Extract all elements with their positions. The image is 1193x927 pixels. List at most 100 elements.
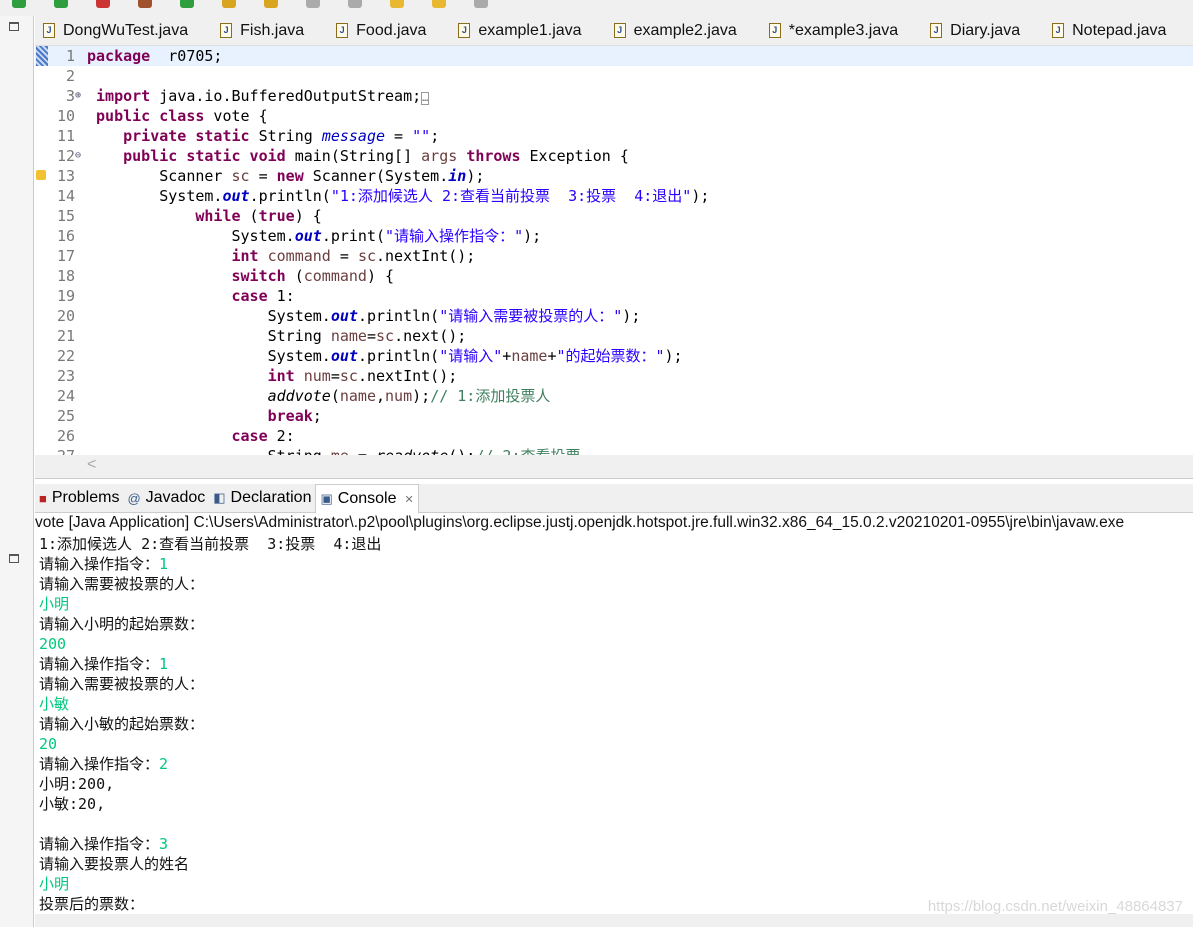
code-line: 17 int command = sc.nextInt();	[35, 246, 1193, 266]
run-icon[interactable]	[12, 0, 26, 8]
console-line: 请输入需要被投票的人：	[39, 674, 1189, 694]
new-class-icon[interactable]	[180, 0, 194, 8]
close-icon[interactable]: ✕	[404, 493, 413, 506]
code-line: 11 private static String message = "";	[35, 126, 1193, 146]
restore-icon[interactable]	[9, 22, 19, 31]
editor-tab[interactable]: J DongWuTest.java	[35, 16, 198, 45]
problems-icon: ■	[39, 490, 47, 506]
console-user-input: 1	[159, 655, 169, 673]
editor-tab[interactable]: Jexample1.java	[450, 16, 591, 45]
code-token: +	[502, 347, 512, 365]
console-line: 请输入操作指令：1	[39, 654, 1189, 674]
code-line: 27 String me = readvote();// 2:查看投票	[35, 446, 1193, 455]
console-user-input: 200	[39, 635, 67, 653]
code-token: java.io.BufferedOutputStream;	[150, 87, 422, 105]
line-number: 2	[65, 67, 75, 85]
code-text: System.out.println("请输入需要被投票的人：");	[87, 306, 641, 326]
panel-tab-problems[interactable]: ■ Problems	[35, 484, 123, 512]
back-icon[interactable]	[390, 0, 404, 8]
code-line: 10 public class vote {	[35, 106, 1193, 126]
panel-tabs: ■ Problems @ Javadoc ◧ Declaration ▣ Console ✕	[35, 484, 1193, 513]
code-token: =	[349, 447, 376, 455]
code-text: int command = sc.nextInt();	[87, 246, 476, 266]
code-token: .println(	[357, 347, 440, 365]
code-token: (	[240, 207, 259, 225]
line-number: 27	[35, 446, 75, 455]
code-line: 14 System.out.println("1:添加候选人 2:查看当前投票 …	[35, 186, 1193, 206]
console-line: 请输入小明的起始票数：	[39, 614, 1189, 634]
code-token: ,	[376, 387, 386, 405]
console-header: vote [Java Application] C:\Users\Adminis…	[35, 514, 1125, 531]
code-line: 23 int num=sc.nextInt();	[35, 366, 1193, 386]
new-package-icon[interactable]	[138, 0, 152, 8]
java-file-icon: J	[930, 23, 943, 38]
code-token: r0705;	[150, 47, 223, 65]
debug-icon[interactable]	[54, 0, 68, 8]
editor-tab[interactable]: Jexample2.java	[606, 16, 747, 45]
console-output-text: 请输入操作指令：	[39, 655, 160, 673]
open-type-icon[interactable]	[222, 0, 236, 8]
panel-tab-javadoc[interactable]: @ Javadoc	[123, 484, 209, 512]
code-token: .next();	[394, 327, 467, 345]
console-output-text: 请输入要投票人的姓名	[39, 855, 190, 873]
java-file-icon: J	[43, 23, 55, 38]
console-output-text: 请输入需要被投票的人：	[39, 675, 205, 693]
next-annotation-icon[interactable]	[348, 0, 362, 8]
prev-annotation-icon[interactable]	[306, 0, 320, 8]
code-line: 21 String name=sc.next();	[35, 326, 1193, 346]
code-line: 22 System.out.println("请输入"+name+"的起始票数：…	[35, 346, 1193, 366]
coverage-icon[interactable]	[96, 0, 110, 8]
horizontal-scrollbar[interactable]: <	[35, 455, 1193, 479]
editor-tab[interactable]: J Food.java	[328, 16, 436, 45]
console-scrollbar[interactable]	[35, 914, 1193, 927]
open-perspective-icon[interactable]	[474, 0, 488, 8]
code-token: System.	[87, 187, 223, 205]
console-output[interactable]: 1:添加候选人 2:查看当前投票 3:投票 4:退出 请输入操作指令：1 请输入需要…	[39, 534, 1189, 914]
code-token: ) {	[294, 207, 322, 225]
code-token: case	[231, 287, 268, 305]
collapsed-imports-icon[interactable]: …	[421, 92, 430, 105]
code-token: out	[330, 307, 358, 325]
console-line: 请输入小敏的起始票数：	[39, 714, 1189, 734]
code-line: 25 break;	[35, 406, 1193, 426]
code-token: System.	[87, 307, 331, 325]
code-token: "请输入"	[439, 347, 503, 365]
code-token: int	[267, 367, 295, 385]
code-token: main(String[]	[285, 147, 422, 165]
code-token: while	[195, 207, 241, 225]
code-token: Scanner(System.	[303, 167, 449, 185]
restore-icon[interactable]	[9, 554, 19, 563]
fold-toggle-icon[interactable]: ⊖	[75, 146, 81, 166]
code-text: switch (command) {	[87, 266, 395, 286]
code-token: ""	[412, 127, 431, 145]
fold-toggle-icon[interactable]: ⊕	[75, 86, 81, 106]
code-token: =	[330, 247, 358, 265]
console-output-text: 请输入操作指令：	[39, 835, 160, 853]
editor-tab[interactable]: J Diary.java	[922, 16, 1030, 45]
tab-label: DongWuTest.java	[63, 21, 189, 39]
editor-tab[interactable]: J *example3.java	[761, 16, 908, 45]
code-token: addvote	[267, 387, 331, 405]
code-editor[interactable]: 1 package r0705; 2 3 ⊕ import java.io.Buffer…	[35, 46, 1193, 455]
console-user-input: 小明	[39, 875, 70, 893]
console-icon: ▣	[320, 491, 333, 506]
code-token: name	[339, 387, 376, 405]
tab-label: example2.java	[633, 21, 737, 39]
panel-tab-console[interactable]: ▣ Console ✕	[315, 484, 419, 513]
console-output-text: 请输入小明的起始票数：	[39, 615, 205, 633]
forward-icon[interactable]	[432, 0, 446, 8]
code-token: .println(	[249, 187, 331, 205]
panel-tab-declaration[interactable]: ◧ Declaration	[209, 484, 315, 512]
scroll-left-icon[interactable]: <	[87, 456, 96, 474]
code-token: public class	[87, 107, 205, 125]
console-line: 小明:200,	[39, 774, 1189, 794]
search-icon[interactable]	[264, 0, 278, 8]
editor-tab[interactable]: J Fish.java	[212, 16, 314, 45]
editor-tab[interactable]: J Notepad.java	[1044, 16, 1176, 45]
code-token: ;	[430, 127, 440, 145]
console-line: 请输入要投票人的姓名	[39, 854, 1189, 874]
